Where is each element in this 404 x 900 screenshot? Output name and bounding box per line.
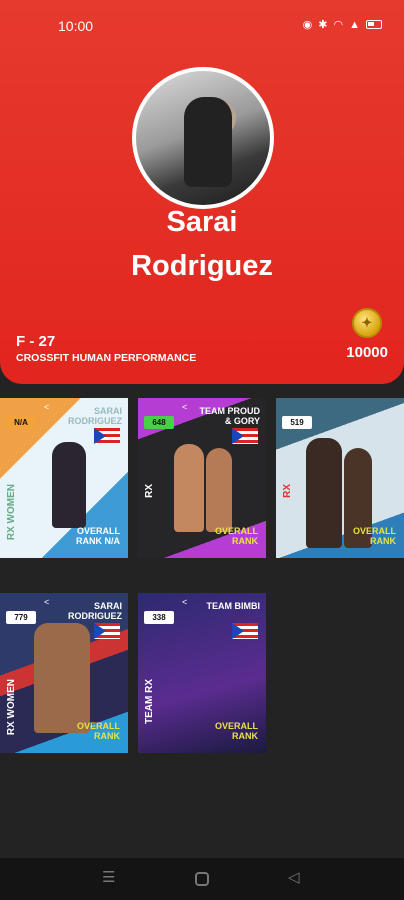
athlete-card[interactable]: 519 RX OVERALL RANK bbox=[276, 398, 404, 558]
card-rank-badge: 519 bbox=[282, 416, 312, 429]
card-team-name: SARAI RODRIGUEZ bbox=[68, 601, 122, 621]
status-bar: 10:00 ◉ ✱ ◠ ▲ bbox=[0, 0, 404, 52]
affiliation-label: CROSSFIT HUMAN PERFORMANCE bbox=[16, 352, 197, 364]
share-icon[interactable]: < bbox=[44, 597, 49, 607]
share-icon[interactable]: < bbox=[182, 597, 187, 607]
card-overall-rank: OVERALL RANK N/A bbox=[76, 526, 120, 546]
athlete-card[interactable]: < 648 TEAM PROUD & GORY RX OVERALL RANK bbox=[138, 398, 266, 558]
coin-icon: ✦ bbox=[352, 308, 382, 338]
athlete-first-name: Sarai bbox=[166, 206, 238, 238]
card-overall-rank: OVERALL RANK bbox=[76, 721, 120, 741]
division-label: F - 27 bbox=[16, 333, 56, 350]
card-rank-badge: 338 bbox=[144, 611, 174, 624]
athlete-figure bbox=[174, 444, 204, 532]
avatar[interactable] bbox=[132, 67, 274, 209]
athlete-figure bbox=[52, 442, 86, 528]
card-division: TEAM RX bbox=[144, 679, 155, 724]
status-icons: ◉ ✱ ◠ ▲ bbox=[303, 18, 382, 31]
flag-icon bbox=[94, 428, 120, 444]
profile-header: Sarai Rodriguez F - 27 CROSSFIT HUMAN PE… bbox=[0, 0, 404, 384]
card-rank-badge: 779 bbox=[6, 611, 36, 624]
card-rank-badge: N/A bbox=[6, 416, 36, 429]
share-icon[interactable]: < bbox=[44, 402, 49, 412]
card-overall-rank: OVERALL RANK bbox=[214, 526, 258, 546]
share-icon[interactable]: < bbox=[182, 402, 187, 412]
card-division: RX bbox=[282, 484, 293, 498]
athlete-figure bbox=[206, 448, 232, 532]
status-time: 10:00 bbox=[58, 18, 94, 34]
athlete-last-name: Rodriguez bbox=[131, 250, 273, 282]
wifi-icon: ◠ bbox=[333, 19, 344, 31]
battery-icon bbox=[366, 20, 382, 29]
card-overall-rank: OVERALL RANK bbox=[214, 721, 258, 741]
card-rank-badge: 648 bbox=[144, 416, 174, 429]
card-division: RX WOMEN bbox=[6, 484, 17, 541]
athlete-figure bbox=[34, 623, 90, 733]
signal-icon: ▲ bbox=[349, 18, 360, 31]
card-overall-rank: OVERALL RANK bbox=[352, 526, 396, 546]
back-icon[interactable]: ◁ bbox=[288, 868, 300, 886]
flag-icon bbox=[232, 623, 258, 639]
flag-icon bbox=[94, 623, 120, 639]
points-value: 10000 bbox=[346, 344, 388, 361]
eye-icon: ◉ bbox=[302, 19, 313, 31]
home-icon[interactable] bbox=[195, 872, 209, 886]
card-division: RX WOMEN bbox=[6, 679, 17, 736]
athlete-card[interactable]: < 779 SARAI RODRIGUEZ RX WOMEN OVERALL R… bbox=[0, 593, 128, 753]
athlete-photo bbox=[184, 97, 232, 187]
card-team-name: SARAI RODRIGUEZ bbox=[68, 406, 122, 426]
system-nav-bar: ☰ ◁ bbox=[0, 858, 404, 900]
athlete-card[interactable]: < 338 TEAM BIMBI TEAM RX OVERALL RANK bbox=[138, 593, 266, 753]
athlete-card[interactable]: < N/A SARAI RODRIGUEZ RX WOMEN OVERALL R… bbox=[0, 398, 128, 558]
card-team-name: TEAM BIMBI bbox=[206, 601, 261, 611]
card-team-name: TEAM PROUD & GORY bbox=[199, 406, 261, 426]
flag-icon bbox=[232, 428, 258, 444]
card-division: RX bbox=[144, 484, 155, 498]
menu-icon[interactable]: ☰ bbox=[102, 868, 115, 886]
bluetooth-icon: ✱ bbox=[318, 19, 328, 31]
